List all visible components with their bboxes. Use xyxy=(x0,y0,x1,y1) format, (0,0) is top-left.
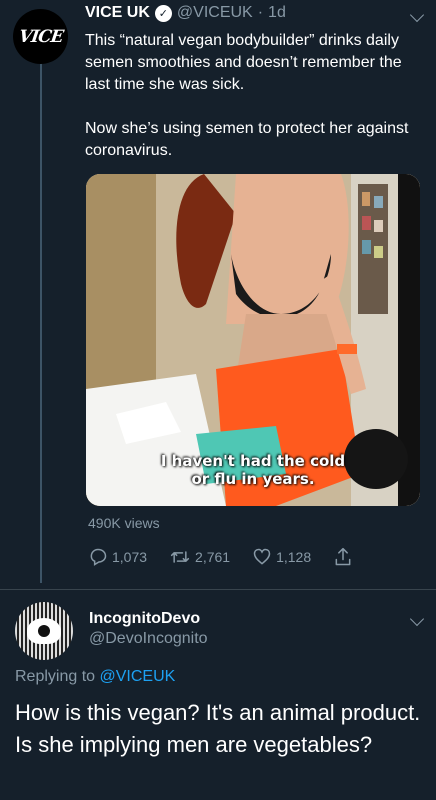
tweet-vice[interactable]: VICE VICE UK ✓ @VICEUK · 1d This “natura… xyxy=(0,0,436,590)
reply-count: 1,073 xyxy=(112,549,148,565)
verified-badge-icon: ✓ xyxy=(154,4,172,22)
reply-header: IncognitoDevo @DevoIncognito xyxy=(89,610,208,648)
vice-logo: VICE xyxy=(17,26,64,47)
reply-body: How is this vegan? It's an animal produc… xyxy=(15,700,421,757)
reply-icon xyxy=(90,548,107,566)
avatar[interactable]: VICE xyxy=(13,9,68,64)
retweet-icon xyxy=(170,551,190,563)
tweet-text-paragraph-1: This “natural vegan bodybuilder” drinks … xyxy=(85,32,402,93)
retweet-button[interactable]: 2,761 xyxy=(169,547,230,567)
video-subtitle-line-1: I haven't had the cold xyxy=(160,452,346,470)
author-name[interactable]: VICE UK xyxy=(85,4,150,22)
avatar-mask xyxy=(27,618,61,644)
replying-to-link[interactable]: @VICEUK xyxy=(100,668,176,685)
like-button[interactable]: 1,128 xyxy=(252,547,311,567)
share-icon xyxy=(335,547,351,566)
tweet-divider xyxy=(0,589,436,590)
tweet-header: VICE UK ✓ @VICEUK · 1d xyxy=(85,4,286,22)
reply-button[interactable]: 1,073 xyxy=(88,547,147,567)
video-subtitle-line-2: or flu in years. xyxy=(191,470,315,488)
replying-to-prefix: Replying to xyxy=(15,668,96,685)
replying-to: Replying to @VICEUK xyxy=(15,668,175,686)
separator: · xyxy=(257,4,264,21)
avatar[interactable] xyxy=(15,602,73,660)
heart-icon xyxy=(253,548,271,565)
author-handle[interactable]: @VICEUK xyxy=(177,4,253,22)
view-count: 490K views xyxy=(88,515,160,531)
retweet-count: 2,761 xyxy=(195,549,231,565)
timestamp[interactable]: 1d xyxy=(268,4,286,22)
share-button[interactable] xyxy=(333,546,353,568)
tweet-text-paragraph-2: Now she’s using semen to protect her aga… xyxy=(85,120,409,159)
like-count: 1,128 xyxy=(276,549,312,565)
tweet-body: This “natural vegan bodybuilder” drinks … xyxy=(85,30,415,162)
tweet-video[interactable]: I haven't had the cold or flu in years. xyxy=(86,174,420,506)
author-name[interactable]: IncognitoDevo xyxy=(89,610,208,628)
chevron-down-icon[interactable] xyxy=(409,611,425,627)
tweet-actions: 1,073 2,761 1,128 xyxy=(88,546,388,568)
avatar-eye xyxy=(38,625,50,637)
author-handle[interactable]: @DevoIncognito xyxy=(89,630,208,648)
chevron-down-icon[interactable] xyxy=(409,7,425,23)
